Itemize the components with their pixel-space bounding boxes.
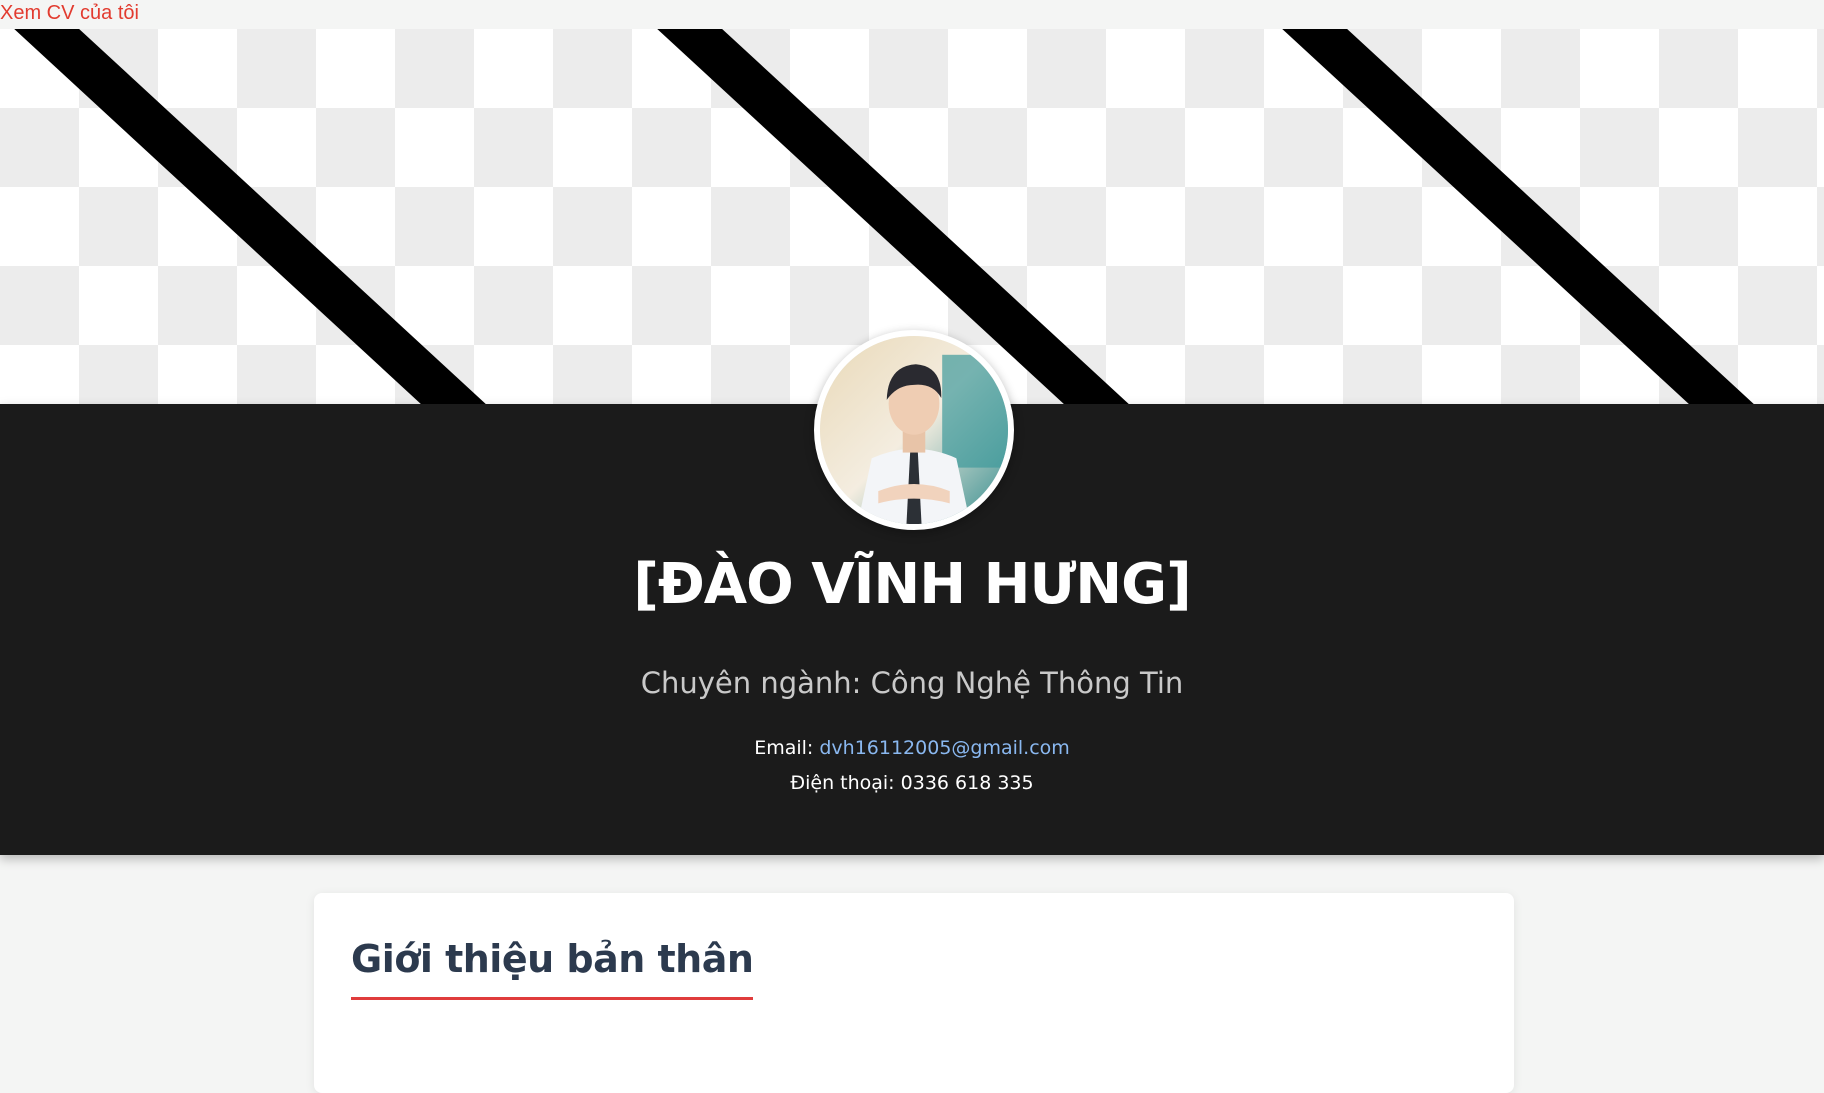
profile-major: Chuyên ngành: Công Nghệ Thông Tin (640, 666, 1184, 700)
email-link[interactable]: dvh16112005@gmail.com (819, 737, 1069, 759)
about-card: Giới thiệu bản thân (314, 893, 1514, 1093)
avatar-photo (820, 336, 1008, 524)
profile-name: [ĐÀO VĨNH HƯNG] (633, 552, 1191, 617)
phone-label: Điện thoại: (790, 772, 895, 794)
profile-avatar (814, 330, 1014, 530)
profile-phone: Điện thoại: 0336 618 335 (0, 772, 1824, 794)
email-label: Email: (754, 737, 814, 759)
profile-email: Email: dvh16112005@gmail.com (0, 737, 1824, 759)
view-cv-link[interactable]: Xem CV của tôi (0, 0, 139, 28)
about-title: Giới thiệu bản thân (351, 937, 754, 1000)
phone-value: 0336 618 335 (900, 772, 1034, 794)
